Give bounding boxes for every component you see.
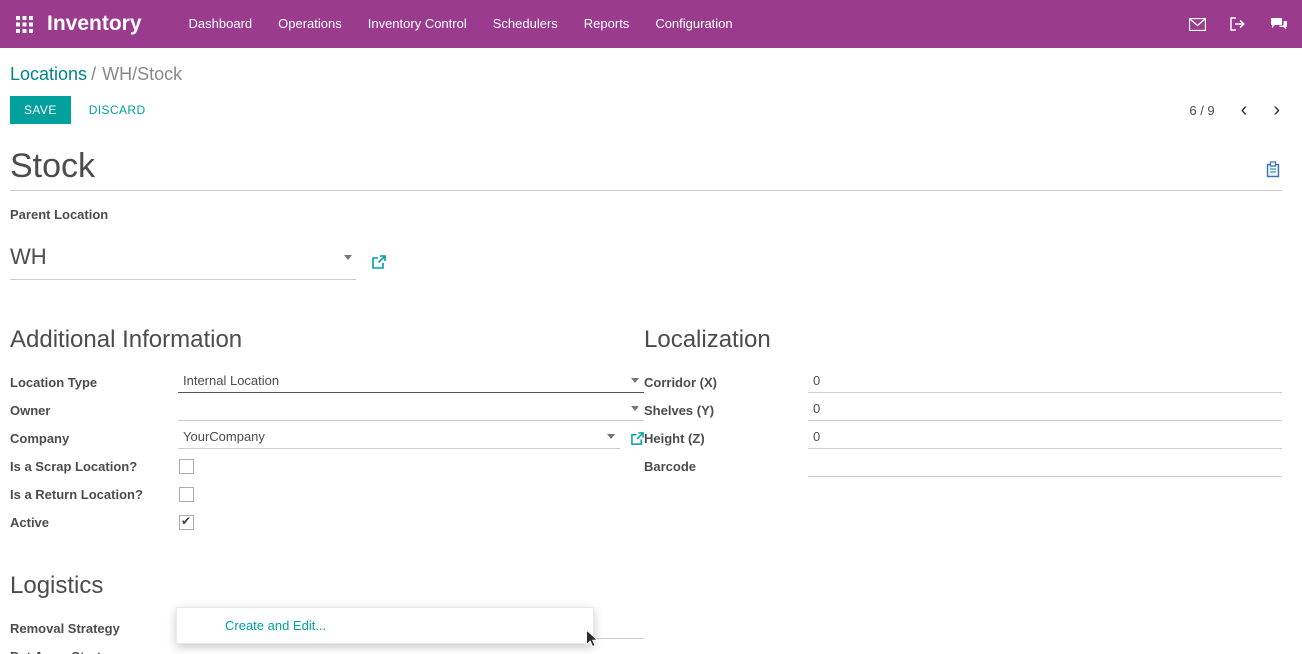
height-z-input[interactable]: 0 xyxy=(808,427,1282,449)
put-away-strategy-label: Put Away Strategy xyxy=(10,649,178,654)
chevron-down-icon[interactable] xyxy=(631,406,639,411)
barcode-label: Barcode xyxy=(644,459,808,474)
parent-location-input[interactable]: WH xyxy=(10,244,356,280)
breadcrumb-locations-link[interactable]: Locations xyxy=(10,64,87,84)
save-button[interactable]: SAVE xyxy=(10,96,71,124)
navbar-right-icons xyxy=(1189,17,1302,31)
breadcrumb-separator: / xyxy=(87,64,102,84)
breadcrumb-current: WH/Stock xyxy=(102,64,182,84)
corridor-x-value[interactable]: 0 xyxy=(813,373,1277,388)
shelves-y-value[interactable]: 0 xyxy=(813,401,1277,416)
menu-item-reports[interactable]: Reports xyxy=(571,0,643,48)
menu-item-schedulers[interactable]: Schedulers xyxy=(480,0,571,48)
put-away-strategy-input[interactable] xyxy=(178,646,644,654)
app-title[interactable]: Inventory xyxy=(47,12,142,36)
location-type-label: Location Type xyxy=(10,375,178,390)
height-z-label: Height (Z) xyxy=(644,431,808,446)
parent-location-row: WH xyxy=(10,244,1282,280)
return-location-checkbox[interactable] xyxy=(179,487,194,502)
menu-item-inventory-control[interactable]: Inventory Control xyxy=(355,0,480,48)
barcode-input[interactable] xyxy=(808,456,1282,477)
pager-next-button[interactable]: › xyxy=(1273,103,1280,117)
additional-information-heading: Additional Information xyxy=(10,326,644,354)
menu-item-dashboard[interactable]: Dashboard xyxy=(176,0,266,48)
owner-input[interactable] xyxy=(178,400,644,421)
translate-icon[interactable] xyxy=(1265,161,1282,183)
active-label: Active xyxy=(10,515,178,530)
messages-envelope-icon[interactable] xyxy=(1189,18,1206,31)
pager: 6 / 9 ‹ › xyxy=(1189,103,1280,118)
menu-item-configuration[interactable]: Configuration xyxy=(642,0,745,48)
owner-label: Owner xyxy=(10,403,178,418)
logistics-section: Logistics Removal Strategy Put Away Stra… xyxy=(10,572,1282,654)
localization-section: Localization Corridor (X) 0 Shelves (Y) … xyxy=(644,326,1282,536)
scrap-location-checkbox[interactable] xyxy=(179,459,194,474)
location-type-value[interactable]: Internal Location xyxy=(183,373,631,388)
company-input[interactable]: YourCompany xyxy=(178,427,620,449)
form-sheet: Stock Parent Location WH Additional Info… xyxy=(0,148,1302,654)
discard-button[interactable]: DISCARD xyxy=(89,103,146,117)
record-name-input[interactable]: Stock xyxy=(10,148,95,185)
localization-heading: Localization xyxy=(644,326,1282,354)
company-label: Company xyxy=(10,431,178,446)
corridor-x-label: Corridor (X) xyxy=(644,375,808,390)
chevron-down-icon[interactable] xyxy=(607,434,615,439)
removal-strategy-label: Removal Strategy xyxy=(10,621,178,636)
main-menu: Dashboard Operations Inventory Control S… xyxy=(176,0,746,48)
additional-information-section: Additional Information Location Type Int… xyxy=(10,326,644,536)
logout-icon[interactable] xyxy=(1230,17,1246,31)
logistics-heading: Logistics xyxy=(10,572,1282,600)
autocomplete-dropdown: Create and Edit... xyxy=(176,607,594,644)
active-checkbox[interactable] xyxy=(179,515,194,530)
chevron-down-icon[interactable] xyxy=(344,255,352,260)
breadcrumb: Locations/WH/Stock xyxy=(0,48,1302,85)
return-location-label: Is a Return Location? xyxy=(10,487,178,502)
top-navbar: Inventory Dashboard Operations Inventory… xyxy=(0,0,1302,48)
apps-grid-icon[interactable] xyxy=(0,16,47,33)
scrap-location-label: Is a Scrap Location? xyxy=(10,459,178,474)
pager-previous-button[interactable]: ‹ xyxy=(1241,103,1248,117)
control-row: SAVE DISCARD 6 / 9 ‹ › xyxy=(10,96,1302,124)
external-link-icon[interactable] xyxy=(631,432,644,445)
record-title-row: Stock xyxy=(10,148,1282,191)
menu-item-operations[interactable]: Operations xyxy=(265,0,355,48)
pager-count: 6 / 9 xyxy=(1189,103,1214,118)
parent-location-value[interactable]: WH xyxy=(10,244,344,270)
external-link-icon[interactable] xyxy=(372,255,386,269)
parent-location-label: Parent Location xyxy=(10,207,1282,222)
chat-icon[interactable] xyxy=(1270,17,1288,31)
chevron-down-icon[interactable] xyxy=(631,378,639,383)
form-columns: Additional Information Location Type Int… xyxy=(10,326,1282,536)
create-and-edit-option[interactable]: Create and Edit... xyxy=(177,618,593,633)
corridor-x-input[interactable]: 0 xyxy=(808,371,1282,393)
height-z-value[interactable]: 0 xyxy=(813,429,1277,444)
shelves-y-input[interactable]: 0 xyxy=(808,399,1282,421)
shelves-y-label: Shelves (Y) xyxy=(644,403,808,418)
company-value[interactable]: YourCompany xyxy=(183,429,607,444)
location-type-select[interactable]: Internal Location xyxy=(178,371,644,393)
